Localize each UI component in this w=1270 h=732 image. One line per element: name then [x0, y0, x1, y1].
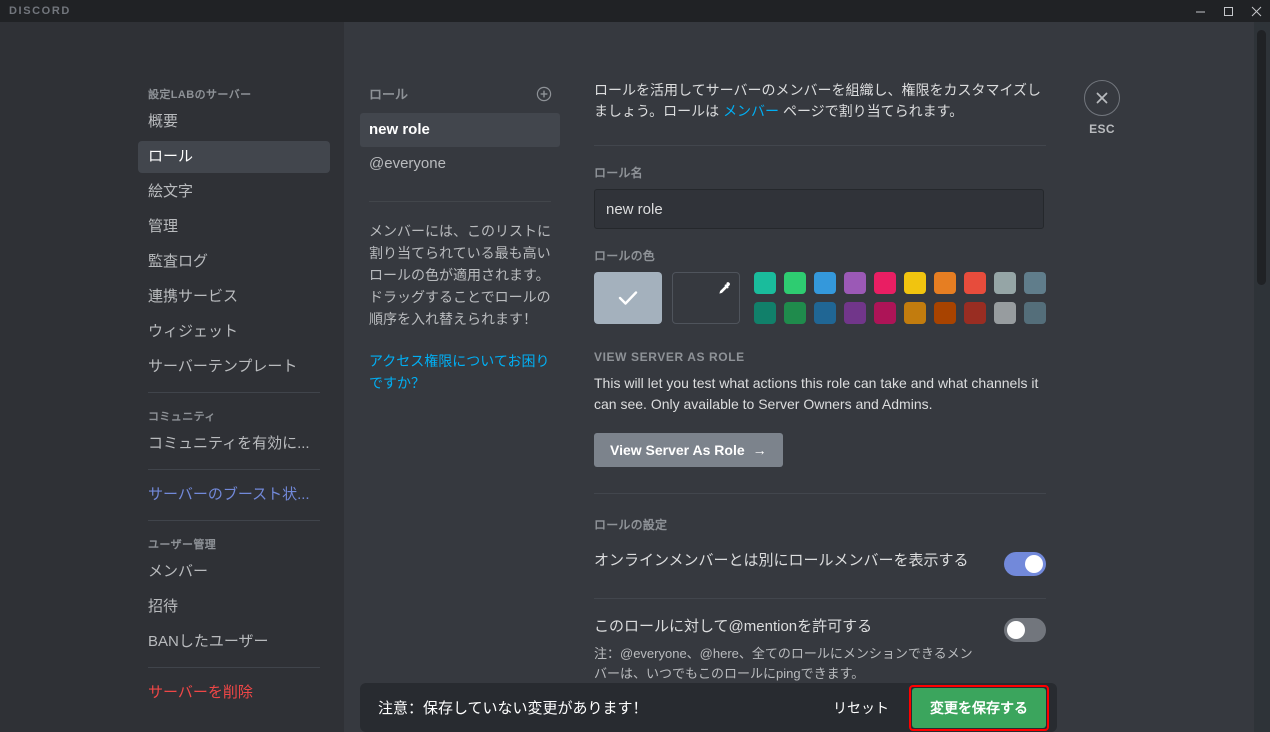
role-list-item-everyone[interactable]: @everyone [360, 147, 560, 181]
color-swatch-11[interactable] [784, 302, 806, 324]
sidebar-item-moderation[interactable]: 管理 [138, 211, 330, 243]
custom-color-swatch[interactable] [671, 272, 740, 324]
selected-color-swatch[interactable] [594, 272, 662, 324]
window-titlebar: DISCORD [0, 0, 1270, 22]
close-icon [1084, 80, 1120, 116]
setting-row-mentionable: このロールに対して@mentionを許可する 注：@everyone、@here… [594, 615, 1046, 684]
settings-window: 設定LABのサーバー 概要 ロール 絵文字 管理 監査ログ 連携サービス ウィジ… [0, 22, 1270, 732]
color-swatch-7[interactable] [964, 272, 986, 294]
section-divider [594, 145, 1046, 146]
color-swatch-9[interactable] [1024, 272, 1046, 294]
roles-permission-help-link[interactable]: アクセス権限についてお困りですか？ [360, 330, 560, 394]
intro-text-after: ページで割り当てられます。 [779, 103, 964, 119]
color-swatch-5[interactable] [904, 272, 926, 294]
color-swatch-19[interactable] [1024, 302, 1046, 324]
sidebar-item-emoji[interactable]: 絵文字 [138, 176, 330, 208]
role-list-item-new-role[interactable]: new role [360, 113, 560, 147]
eyedropper-icon [715, 281, 731, 302]
scrollbar-thumb[interactable] [1257, 30, 1266, 285]
arrow-right-icon: → [752, 442, 767, 458]
sidebar-item-bans[interactable]: BANしたユーザー [138, 626, 330, 658]
sidebar-item-server-boost[interactable]: サーバーのブースト状... [138, 479, 330, 511]
sidebar-server-header: 設定LABのサーバー [148, 89, 252, 101]
sidebar-item-delete-server[interactable]: サーバーを削除 [138, 677, 330, 709]
save-changes-button[interactable]: 変更を保存する [912, 687, 1046, 728]
role-name-label: ロール名 [594, 166, 643, 180]
setting-row-hoist: オンラインメンバーとは別にロールメンバーを表示する [594, 549, 1046, 576]
sidebar-item-integrations[interactable]: 連携サービス [138, 281, 330, 313]
roles-help-text: メンバーには、このリストに割り当てられている最も高いロールの色が適用されます。ド… [369, 223, 551, 327]
roles-list-panel: ロール new role @everyone メンバーには、このリストに割り当て… [360, 22, 560, 394]
section-divider [594, 598, 1046, 599]
view-server-as-role-description: This will let you test what actions this… [594, 375, 1039, 412]
maximize-icon[interactable] [1214, 0, 1242, 22]
roles-list-title: ロール [369, 87, 409, 102]
sidebar-item-enable-community[interactable]: コミュニティを有効に... [138, 428, 330, 460]
color-swatch-1[interactable] [784, 272, 806, 294]
esc-label: ESC [1089, 122, 1115, 136]
color-swatch-15[interactable] [904, 302, 926, 324]
sidebar-item-server-template[interactable]: サーバーテンプレート [138, 351, 330, 383]
view-server-as-role-heading: VIEW SERVER AS ROLE [594, 350, 745, 364]
reset-button[interactable]: リセット [819, 690, 903, 726]
color-swatch-16[interactable] [934, 302, 956, 324]
sidebar-item-audit-log[interactable]: 監査ログ [138, 246, 330, 278]
save-button-highlight: 変更を保存する [909, 684, 1049, 731]
setting-hoist-toggle[interactable] [1004, 552, 1046, 576]
color-swatch-17[interactable] [964, 302, 986, 324]
view-server-as-role-button-label: View Server As Role [610, 442, 745, 458]
roles-divider [369, 201, 551, 202]
plus-circle-icon[interactable] [536, 86, 552, 102]
sidebar-item-overview[interactable]: 概要 [138, 106, 330, 138]
role-color-label: ロールの色 [594, 249, 656, 263]
sidebar-divider [148, 392, 320, 393]
discord-wordmark: DISCORD [9, 5, 71, 17]
minimize-icon[interactable] [1186, 0, 1214, 22]
sidebar-item-widget[interactable]: ウィジェット [138, 316, 330, 348]
role-settings-label: ロールの設定 [594, 518, 668, 532]
toggle-knob [1025, 555, 1043, 573]
setting-mentionable-description: 注：@everyone、@here、全てのロールにメンションできるメンバーは、い… [594, 646, 973, 681]
setting-mentionable-label: このロールに対して@mentionを許可する [594, 618, 873, 635]
color-swatch-3[interactable] [844, 272, 866, 294]
color-swatch-4[interactable] [874, 272, 896, 294]
color-swatch-18[interactable] [994, 302, 1016, 324]
settings-sidebar: 設定LABのサーバー 概要 ロール 絵文字 管理 監査ログ 連携サービス ウィジ… [138, 22, 330, 712]
sidebar-item-members[interactable]: メンバー [138, 556, 330, 588]
sidebar-community-header: コミュニティ [148, 411, 216, 423]
view-server-as-role-button[interactable]: View Server As Role → [594, 433, 783, 467]
color-swatch-12[interactable] [814, 302, 836, 324]
sidebar-item-invites[interactable]: 招待 [138, 591, 330, 623]
color-swatch-14[interactable] [874, 302, 896, 324]
sidebar-divider [148, 469, 320, 470]
close-settings-button[interactable]: ESC [1082, 80, 1122, 136]
setting-mentionable-toggle[interactable] [1004, 618, 1046, 642]
color-swatch-2[interactable] [814, 272, 836, 294]
sidebar-item-roles[interactable]: ロール [138, 141, 330, 173]
toggle-knob [1007, 621, 1025, 639]
role-settings-panel: ロールを活用してサーバーのメンバーを組織し、権限をカスタマイズしましょう。ロール… [594, 22, 1046, 684]
unsaved-changes-bar: 注意：保存していない変更があります！ リセット 変更を保存する [360, 683, 1057, 732]
close-icon[interactable] [1242, 0, 1270, 22]
sidebar-user-management-header: ユーザー管理 [148, 539, 217, 551]
roles-list-header: ロール [360, 80, 560, 107]
role-name-input[interactable] [594, 189, 1044, 229]
setting-hoist-label: オンラインメンバーとは別にロールメンバーを表示する [594, 552, 969, 569]
section-divider [594, 493, 1046, 494]
roles-intro-text: ロールを活用してサーバーのメンバーを組織し、権限をカスタマイズしましょう。ロール… [594, 80, 1046, 122]
color-swatch-0[interactable] [754, 272, 776, 294]
window-controls [1186, 0, 1270, 22]
content-scrollbar[interactable] [1254, 22, 1270, 732]
unsaved-changes-message: 注意：保存していない変更があります！ [378, 700, 648, 717]
members-page-link[interactable]: メンバー [723, 103, 779, 119]
sidebar-divider [148, 667, 320, 668]
color-swatch-8[interactable] [994, 272, 1016, 294]
role-color-picker [594, 272, 1046, 324]
color-swatch-10[interactable] [754, 302, 776, 324]
color-palette [754, 272, 1046, 324]
check-icon [618, 291, 638, 305]
color-swatch-13[interactable] [844, 302, 866, 324]
color-swatch-6[interactable] [934, 272, 956, 294]
sidebar-divider [148, 520, 320, 521]
